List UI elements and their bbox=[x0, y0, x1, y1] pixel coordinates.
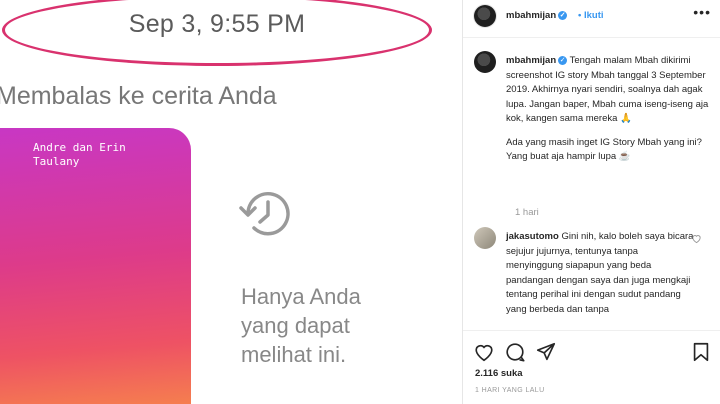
history-icon bbox=[239, 192, 290, 236]
header-username[interactable]: mbahmijan ✓ bbox=[506, 10, 568, 21]
verified-icon: ✓ bbox=[558, 10, 568, 20]
caption-time: 1 hari bbox=[515, 207, 539, 218]
comment-avatar[interactable] bbox=[474, 227, 496, 249]
story-preview-card[interactable] bbox=[0, 128, 191, 404]
story-text: Andre dan Erin Taulany bbox=[33, 141, 126, 168]
caption-username[interactable]: mbahmijan bbox=[506, 55, 556, 66]
post-actions: 2.116 suka 1 HARI YANG LALU bbox=[463, 330, 720, 404]
post-panel: mbahmijan ✓ • Ikuti ••• mbahmijan ✓ Tengah… bbox=[462, 0, 720, 404]
username-text[interactable]: mbahmijan bbox=[506, 10, 556, 21]
post-header: mbahmijan ✓ • Ikuti ••• bbox=[463, 0, 720, 38]
ephemeral-message-notice: Hanya Anda yang dapat melihat ini. bbox=[241, 282, 361, 369]
notice-line: yang dapat bbox=[241, 313, 350, 338]
avatar[interactable] bbox=[474, 5, 496, 27]
more-icon[interactable]: ••• bbox=[693, 4, 711, 20]
message-timestamp: Sep 3, 9:55 PM bbox=[128, 10, 306, 38]
comment: jakasutomo Gini nih, kalo boleh saya bic… bbox=[506, 230, 696, 317]
verified-icon: ✓ bbox=[558, 55, 568, 65]
caption-text-2: Ada yang masih inget IG Story Mbah yang … bbox=[506, 136, 702, 163]
story-reply-label: Membalas ke cerita Anda bbox=[0, 82, 277, 110]
follow-button[interactable]: • Ikuti bbox=[578, 10, 604, 21]
post-caption: mbahmijan ✓ Tengah malam Mbah dikirimi sc… bbox=[506, 54, 714, 174]
caption-avatar[interactable] bbox=[474, 51, 496, 73]
bookmark-icon[interactable] bbox=[690, 341, 712, 363]
dm-screenshot: Sep 3, 9:55 PM Membalas ke cerita Anda A… bbox=[0, 0, 462, 404]
notice-line: melihat ini. bbox=[241, 342, 347, 367]
like-count[interactable]: 2.116 suka bbox=[475, 368, 523, 379]
timestamp-highlight: Sep 3, 9:55 PM bbox=[2, 0, 432, 68]
comment-heart-icon[interactable] bbox=[691, 233, 702, 244]
notice-line: Hanya Anda bbox=[241, 284, 361, 309]
comment-text: Gini nih, kalo boleh saya bicara sejujur… bbox=[506, 231, 694, 315]
comment-username[interactable]: jakasutomo bbox=[506, 231, 559, 242]
share-icon[interactable] bbox=[535, 341, 557, 363]
follow-label[interactable]: Ikuti bbox=[584, 10, 604, 21]
comment-icon[interactable] bbox=[504, 341, 526, 363]
heart-icon[interactable] bbox=[473, 341, 495, 363]
post-date[interactable]: 1 HARI YANG LALU bbox=[475, 387, 545, 394]
